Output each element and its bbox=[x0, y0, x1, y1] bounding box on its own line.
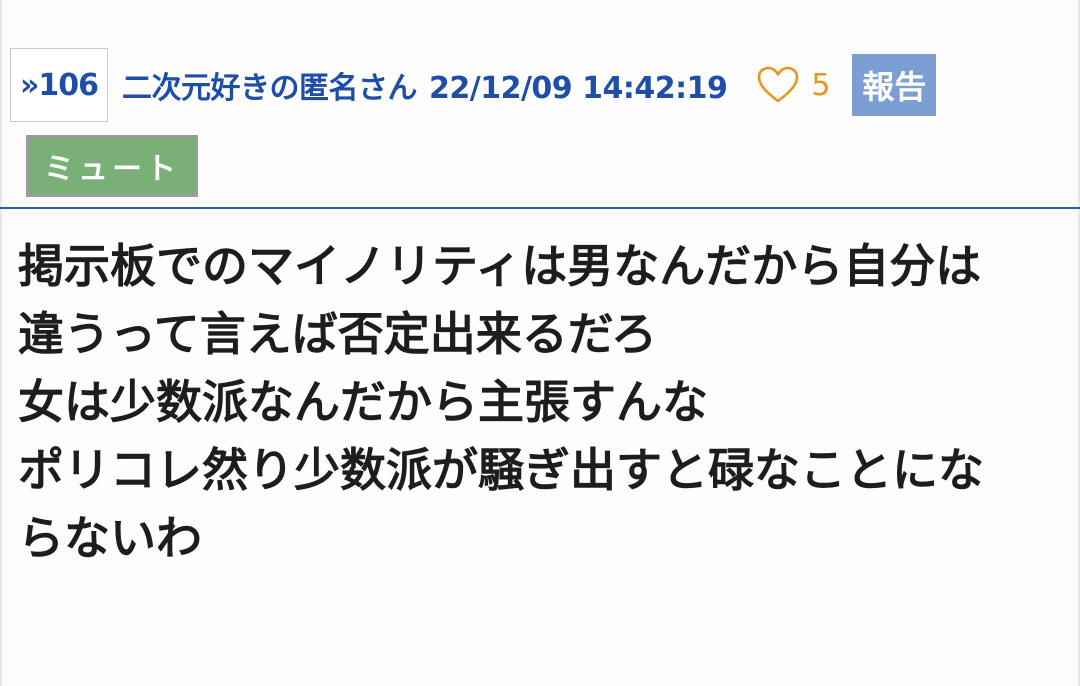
post-body-line: 違うって言えば否定出来るだろ bbox=[18, 307, 657, 361]
like-button[interactable]: 5 bbox=[757, 66, 830, 104]
report-button[interactable]: 報告 bbox=[852, 54, 937, 116]
post-meta: 二次元好きの匿名さん 22/12/09 14:42:19 bbox=[122, 63, 728, 107]
like-count: 5 bbox=[811, 67, 831, 103]
post-header: »106 二次元好きの匿名さん 22/12/09 14:42:19 5 報告 bbox=[10, 48, 937, 122]
mute-button[interactable]: ミュート bbox=[26, 135, 198, 197]
divider bbox=[0, 207, 1080, 209]
anchor-label: »106 bbox=[19, 67, 99, 103]
post-body-line: らないわ bbox=[18, 511, 202, 565]
post-body: 掲示板でのマイノリティは男なんだから自分は 違うって言えば否定出来るだろ 女は少… bbox=[18, 232, 1068, 572]
post-body-line: ポリコレ然り少数派が騒ぎ出すと碌なことにな bbox=[18, 443, 984, 497]
post-datetime: 22/12/09 14:42:19 bbox=[429, 71, 728, 106]
heart-outline-icon bbox=[758, 66, 799, 103]
post-body-line: 女は少数派なんだから主張すんな bbox=[18, 375, 708, 429]
reply-anchor-link[interactable]: »106 bbox=[10, 48, 108, 122]
post-body-line: 掲示板でのマイノリティは男なんだから自分は bbox=[18, 239, 982, 293]
author-name[interactable]: 二次元好きの匿名さん bbox=[122, 71, 418, 106]
